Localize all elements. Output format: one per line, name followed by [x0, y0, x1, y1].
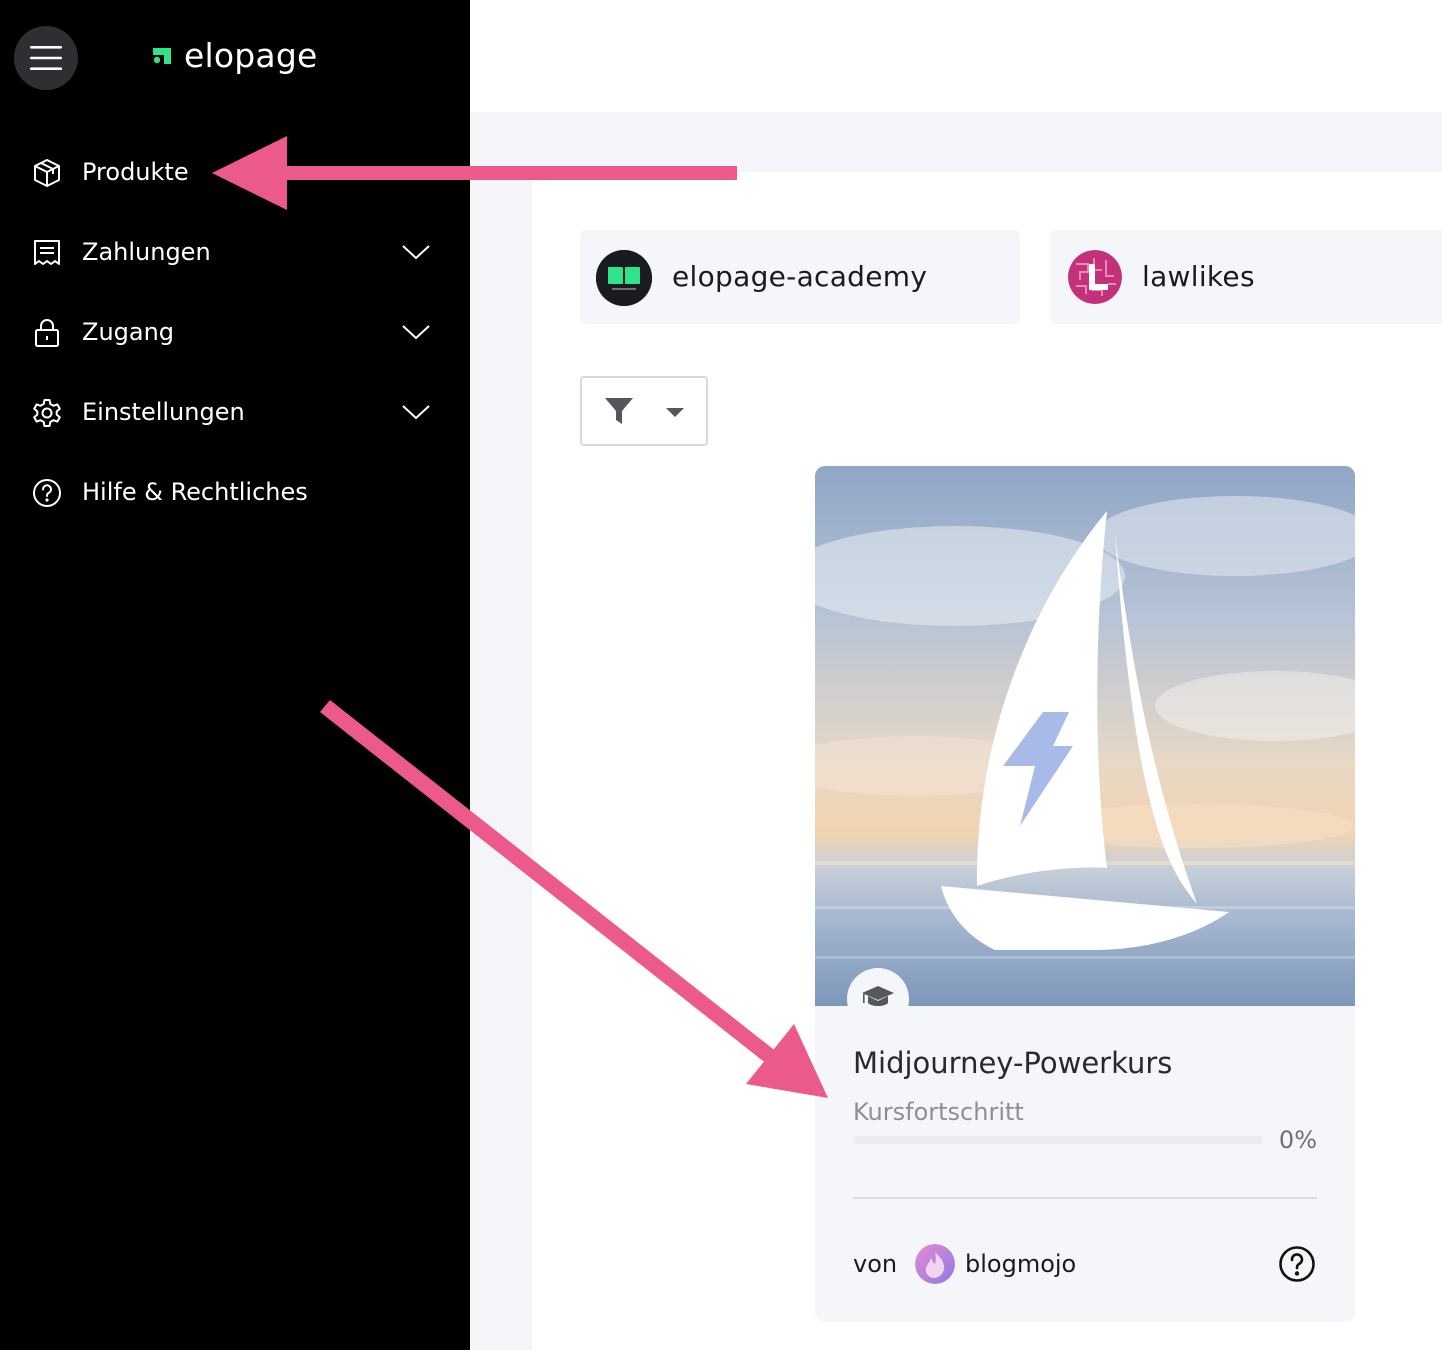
flame-logo-icon	[915, 1244, 955, 1284]
caret-down-icon	[666, 408, 684, 417]
course-thumbnail	[815, 466, 1355, 1006]
lock-icon	[35, 319, 59, 347]
sidebar-item-label: Zahlungen	[82, 238, 211, 266]
sidebar-item-einstellungen[interactable]: Einstellungen	[0, 382, 470, 442]
sidebar: elopage Produkte Zahlungen Zugang Einste…	[0, 0, 470, 1350]
filter-dropdown-button[interactable]	[580, 376, 708, 446]
filter-icon	[605, 398, 633, 424]
course-card[interactable]: Midjourney-Powerkurs Kursfortschritt 0% …	[815, 466, 1355, 1322]
help-circle-icon	[1279, 1246, 1315, 1282]
shop-chip-lawlikes[interactable]: lawlikes	[1050, 230, 1442, 324]
shop-name: lawlikes	[1142, 260, 1255, 293]
graduation-cap-icon	[862, 986, 894, 1006]
sidebar-item-label: Zugang	[82, 318, 175, 346]
chevron-down-icon	[402, 405, 430, 420]
sidebar-item-zahlungen[interactable]: Zahlungen	[0, 222, 470, 282]
shop-avatar	[596, 250, 652, 306]
elopage-logo-icon	[153, 48, 171, 64]
shop-avatar	[1068, 250, 1122, 304]
course-title[interactable]: Midjourney-Powerkurs	[853, 1046, 1172, 1080]
gear-icon	[33, 399, 61, 427]
course-progress-bar	[853, 1136, 1263, 1144]
author-prefix: von	[853, 1250, 898, 1278]
course-help-button[interactable]	[1277, 1244, 1317, 1284]
author-name[interactable]: blogmojo	[965, 1250, 1076, 1278]
shop-chip-elopage-academy[interactable]: elopage-academy	[580, 230, 1020, 324]
hamburger-icon	[30, 46, 62, 70]
brand-name: elopage	[184, 35, 318, 75]
receipt-icon	[34, 240, 60, 265]
brand-logo[interactable]: elopage	[150, 34, 317, 76]
card-divider	[853, 1197, 1317, 1199]
course-progress-label: Kursfortschritt	[853, 1098, 1024, 1126]
chevron-down-icon	[402, 325, 430, 340]
help-circle-icon	[33, 479, 61, 507]
sidebar-item-hilfe[interactable]: Hilfe & Rechtliches	[0, 462, 470, 522]
box-icon	[34, 159, 60, 187]
app-root: elopage Produkte Zahlungen Zugang Einste…	[0, 0, 1442, 1350]
sidebar-item-label: Einstellungen	[82, 398, 245, 426]
sidebar-item-label: Hilfe & Rechtliches	[82, 478, 308, 506]
book-logo-icon	[596, 250, 652, 306]
chevron-down-icon	[402, 245, 430, 260]
author-avatar	[915, 1244, 955, 1284]
sidebar-item-zugang[interactable]: Zugang	[0, 302, 470, 362]
menu-toggle-button[interactable]	[14, 26, 78, 90]
top-bar	[470, 0, 1442, 112]
sidebar-item-produkte[interactable]: Produkte	[0, 142, 470, 202]
sidebar-item-label: Produkte	[82, 158, 189, 186]
course-progress-value: 0%	[1278, 1126, 1317, 1154]
maze-logo-icon	[1068, 250, 1122, 304]
shop-name: elopage-academy	[672, 260, 928, 293]
course-type-badge	[847, 968, 909, 1030]
